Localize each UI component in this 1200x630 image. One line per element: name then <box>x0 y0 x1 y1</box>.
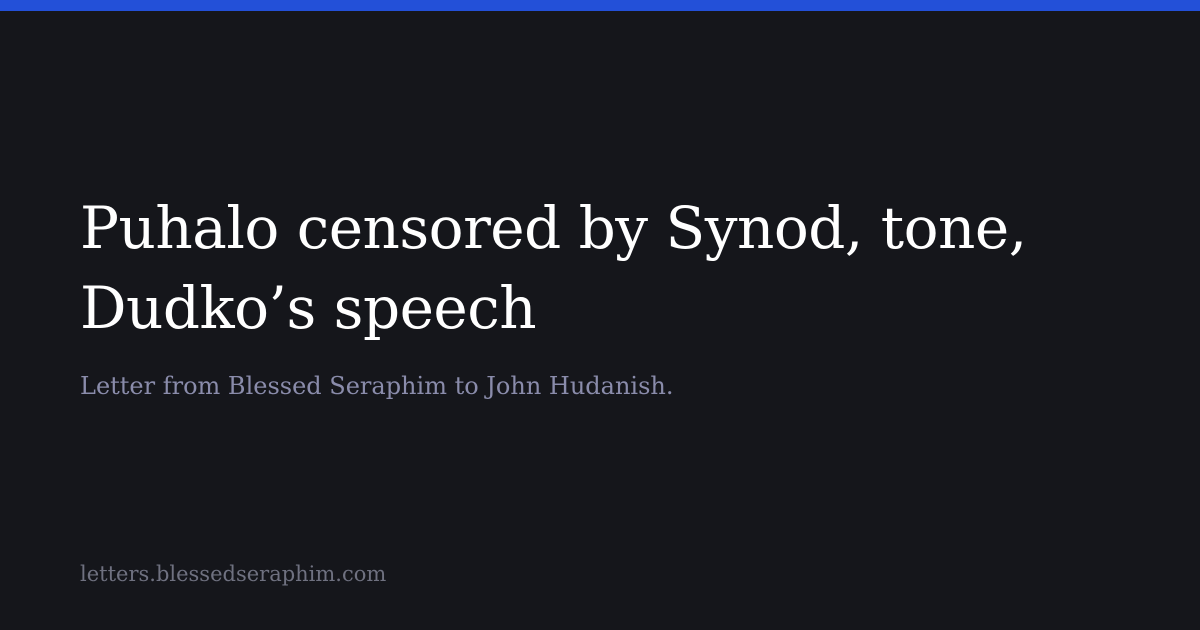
site-url: letters.blessedseraphim.com <box>80 562 387 586</box>
accent-bar <box>0 0 1200 11</box>
social-share-card: Puhalo censored by Synod, tone, Dudko’s … <box>0 0 1200 630</box>
page-title: Puhalo censored by Synod, tone, Dudko’s … <box>80 194 1027 342</box>
page-subtitle: Letter from Blessed Seraphim to John Hud… <box>80 372 674 400</box>
